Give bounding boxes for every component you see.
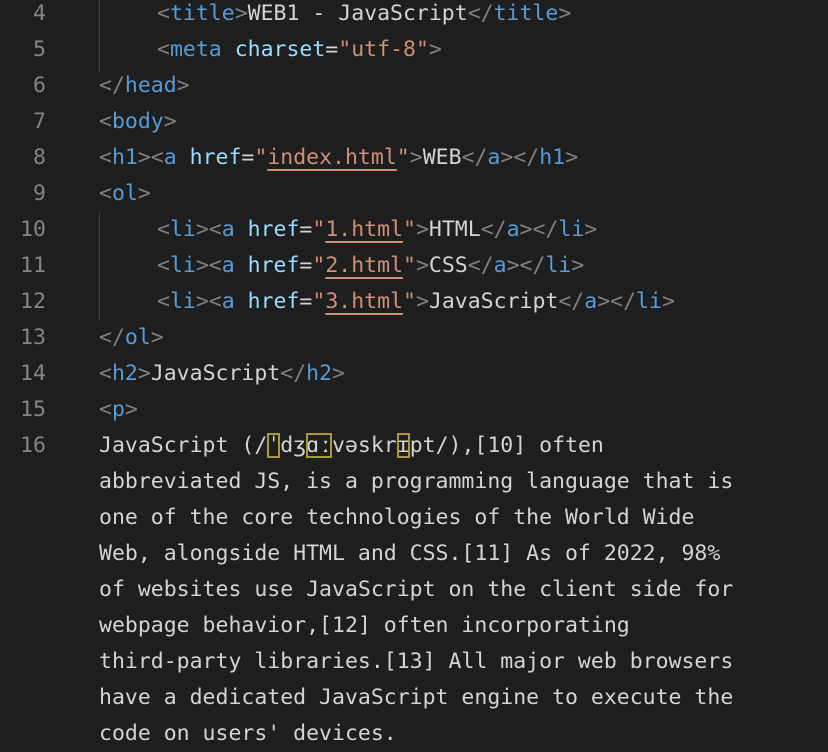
line-number: 14 xyxy=(20,361,46,386)
line-number: 10 xyxy=(20,217,46,242)
link-index-html[interactable]: index.html xyxy=(267,145,396,170)
line-number: 15 xyxy=(20,397,46,422)
indent-guide xyxy=(99,0,100,72)
link-2-html[interactable]: 2.html xyxy=(325,253,403,278)
code-line-ol-close[interactable]: </ol> xyxy=(99,320,164,356)
unicode-highlight: ˈ xyxy=(267,433,281,458)
code-line-h1[interactable]: <h1><a href="index.html">WEB</a></h1> xyxy=(99,140,578,176)
line-number: 12 xyxy=(20,289,46,314)
code-line-head-close[interactable]: </head> xyxy=(99,68,190,104)
link-1-html[interactable]: 1.html xyxy=(325,217,403,242)
line-number: 9 xyxy=(33,181,46,206)
code-line-li-1[interactable]: <li><a href="1.html">HTML</a></li> xyxy=(157,212,597,248)
line-number: 16 xyxy=(20,433,46,458)
code-line-meta[interactable]: <meta charset="utf-8"> xyxy=(157,32,442,68)
link-3-html[interactable]: 3.html xyxy=(325,289,403,314)
indent-guide xyxy=(99,212,100,320)
code-line-body-open[interactable]: <body> xyxy=(99,104,177,140)
unicode-highlight: ɑː xyxy=(306,433,333,458)
line-number: 5 xyxy=(33,37,46,62)
line-number: 13 xyxy=(20,325,46,350)
paragraph-text[interactable]: JavaScript (/ˈdʒɑːvəskrɪpt/),[10] often … xyxy=(99,428,819,752)
code-editor[interactable]: 4 5 6 7 8 9 10 11 12 13 14 15 16 <title>… xyxy=(0,0,828,752)
line-number: 6 xyxy=(33,73,46,98)
code-line-li-2[interactable]: <li><a href="2.html">CSS</a></li> xyxy=(157,248,584,284)
code-line-ol-open[interactable]: <ol> xyxy=(99,176,151,212)
code-line-p-open[interactable]: <p> xyxy=(99,392,138,428)
code-line-title[interactable]: <title>WEB1 - JavaScript</title> xyxy=(157,0,571,32)
code-line-li-3[interactable]: <li><a href="3.html">JavaScript</a></li> xyxy=(157,284,675,320)
line-number: 11 xyxy=(20,253,46,278)
line-number: 4 xyxy=(33,1,46,26)
line-number: 8 xyxy=(33,145,46,170)
unicode-highlight: ɪ xyxy=(396,433,410,458)
code-line-h2[interactable]: <h2>JavaScript</h2> xyxy=(99,356,345,392)
line-number: 7 xyxy=(33,109,46,134)
